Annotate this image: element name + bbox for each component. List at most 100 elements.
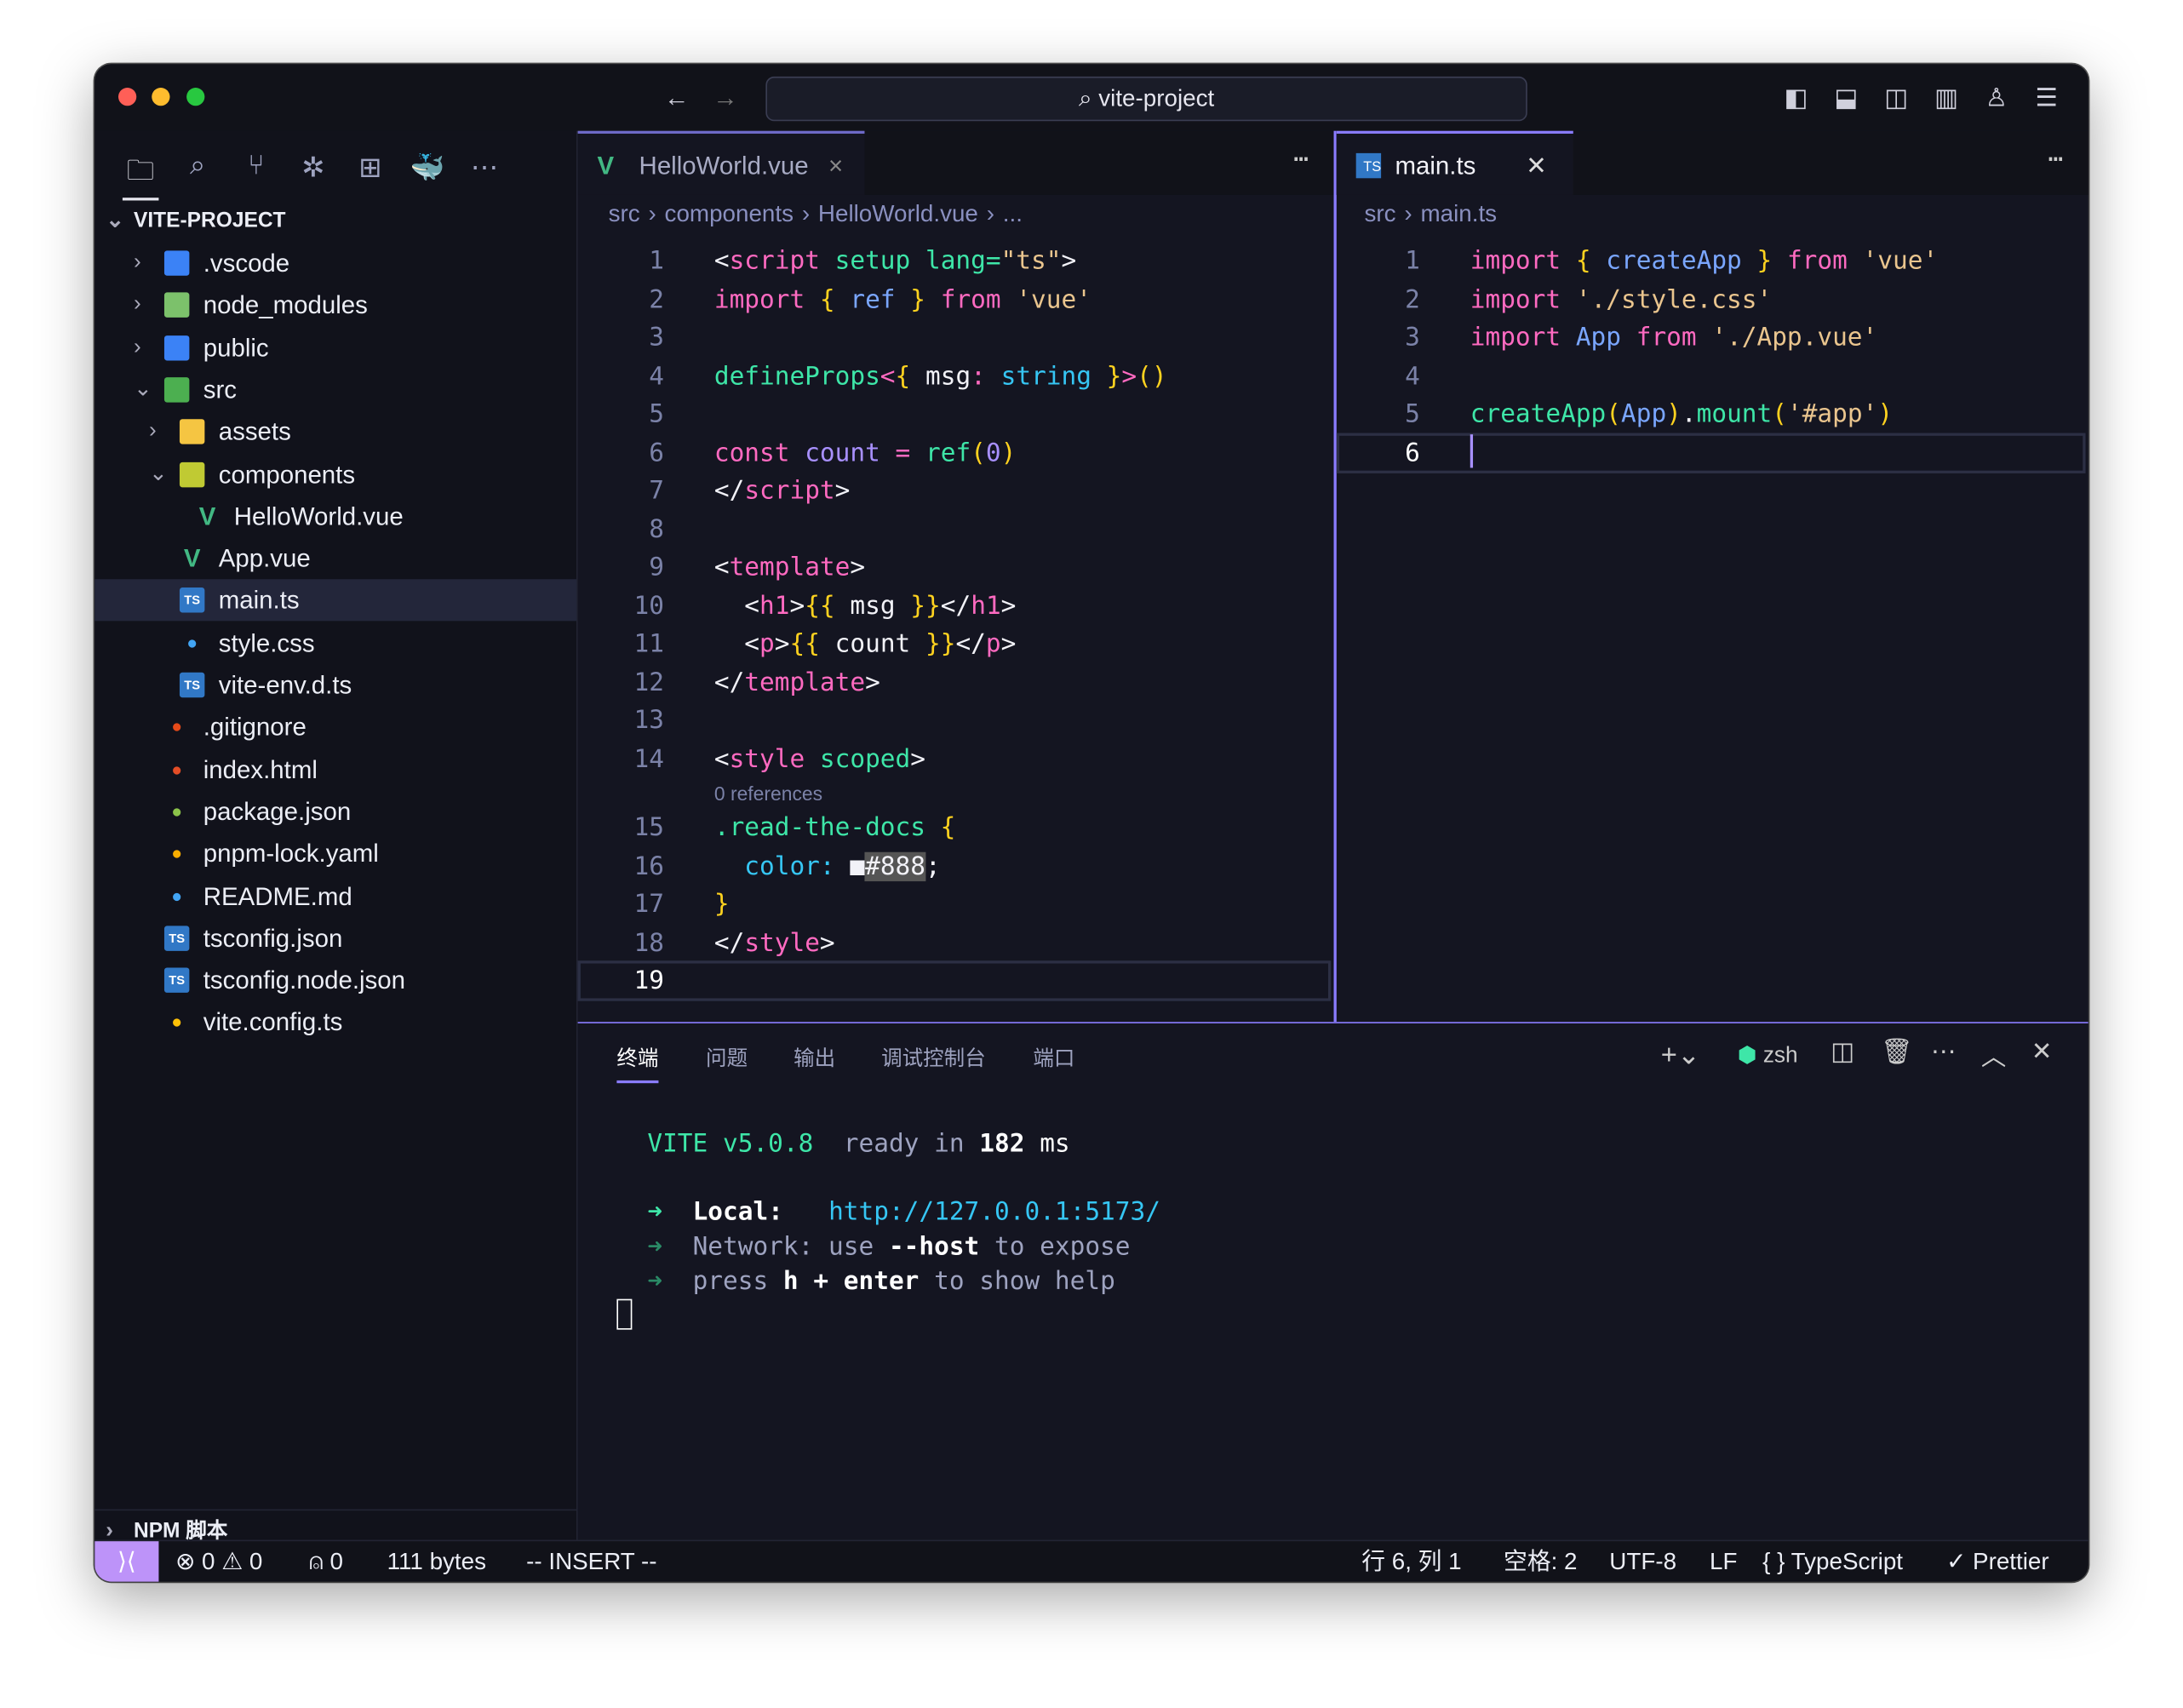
tree-item[interactable]: ›public [95, 327, 576, 369]
toggle-panel-icon[interactable]: ⬓ [1832, 83, 1860, 112]
chevron-right-icon: › [987, 200, 994, 226]
tree-item[interactable]: TStsconfig.node.json [95, 960, 576, 1001]
tree-item[interactable]: VHelloWorld.vue [95, 496, 576, 537]
code-token: } [1107, 361, 1122, 390]
tree-item-label: components [219, 453, 355, 495]
tree-item[interactable]: ●index.html [95, 748, 576, 790]
terminal-shell[interactable]: ⬢ zsh [1738, 1041, 1798, 1069]
line-number: 11 [609, 625, 664, 662]
cursor-position[interactable]: 行 6, 列 1 [1361, 1541, 1461, 1581]
folder-components-icon [180, 461, 204, 486]
new-terminal-icon[interactable]: +⌄ [1661, 1037, 1701, 1072]
line-number: 3 [609, 318, 664, 356]
debug-icon[interactable]: ✲ [295, 151, 332, 186]
kill-terminal-icon[interactable]: 🗑 [1881, 1037, 1912, 1066]
code-token: > [850, 553, 865, 582]
code-token: > [910, 744, 925, 773]
explorer-root[interactable]: ⌄VITE-PROJECT [95, 200, 576, 242]
tree-item[interactable]: ●package.json [95, 791, 576, 833]
indentation[interactable]: 空格: 2 [1504, 1541, 1578, 1581]
tab-helloworld-vue[interactable]: VHelloWorld.vue× [578, 131, 865, 195]
ports-status[interactable]: ⍝ 0 [309, 1541, 343, 1581]
breadcrumb-item[interactable]: main.ts [1420, 200, 1497, 226]
line-number: 10 [609, 587, 664, 624]
tree-item[interactable]: ›assets [95, 411, 576, 453]
close-tab-icon[interactable]: × [828, 134, 843, 198]
tree-item[interactable]: ⌄src [95, 369, 576, 410]
breadcrumb-item[interactable]: src [609, 200, 640, 226]
panel-tab[interactable]: 输出 [794, 1043, 835, 1072]
command-center-search[interactable]: ⌕ vite-project [765, 77, 1527, 121]
maximize-window-button[interactable] [186, 88, 204, 106]
breadcrumb-item[interactable]: components [665, 200, 794, 226]
tree-item[interactable]: ●.gitignore [95, 707, 576, 748]
language-mode[interactable]: { } TypeScript [1762, 1541, 1903, 1581]
chevron-down-icon: ⌄ [134, 369, 152, 410]
code-token: </ [714, 668, 744, 696]
maximize-panel-icon[interactable]: ︿ [1981, 1037, 2006, 1074]
tree-item[interactable]: TSmain.ts [95, 580, 576, 622]
tsconfig-icon: TS [164, 926, 189, 950]
breadcrumb-item[interactable]: src [1364, 200, 1395, 226]
close-panel-icon[interactable]: ✕ [2031, 1037, 2053, 1066]
back-arrow-icon[interactable]: ← [662, 83, 690, 112]
toggle-sidebar-icon[interactable]: ◧ [1782, 83, 1810, 112]
code-token: import [1470, 323, 1576, 352]
tree-item[interactable]: ●README.md [95, 875, 576, 917]
docker-icon[interactable]: 🐳 [410, 151, 446, 186]
code-token: { [1576, 246, 1606, 275]
problems-status[interactable]: ⊗ 0 ⚠ 0 [175, 1541, 262, 1581]
tree-item[interactable]: ●pnpm-lock.yaml [95, 833, 576, 874]
tree-item[interactable]: ›.vscode [95, 243, 576, 284]
end-of-line[interactable]: LF [1710, 1541, 1737, 1581]
close-tab-icon[interactable]: ✕ [1526, 134, 1547, 198]
code-token: template [744, 668, 865, 696]
tree-item[interactable]: ●vite.config.ts [95, 1001, 576, 1043]
panel-tab[interactable]: 调试控制台 [881, 1043, 986, 1072]
breadcrumb-item[interactable]: ... [1003, 200, 1023, 226]
forward-arrow-icon[interactable]: → [712, 83, 740, 112]
code-line: <style scoped> [714, 740, 925, 777]
chevron-right-icon: › [134, 284, 141, 326]
more-icon[interactable]: ⋯ [467, 151, 503, 186]
code-token: > [775, 629, 790, 658]
panel-tab[interactable]: 端口 [1033, 1043, 1074, 1072]
tree-item[interactable]: VApp.vue [95, 537, 576, 579]
tree-item-label: node_modules [203, 284, 368, 326]
toggle-secondary-sidebar-icon[interactable]: ◫ [1882, 83, 1911, 112]
close-window-button[interactable] [118, 88, 136, 106]
prettier-status[interactable]: ✓ Prettier [1946, 1541, 2049, 1581]
tab-main-ts[interactable]: TSmain.ts✕ [1337, 131, 1573, 195]
explorer-files-icon[interactable]: 🗀 [123, 151, 159, 201]
local-url-link[interactable]: http://127.0.0.1:5173/ [828, 1197, 1160, 1226]
minimize-window-button[interactable] [152, 88, 169, 106]
settings-sliders-icon[interactable]: ☰ [2032, 83, 2060, 112]
tree-item[interactable]: ⌄components [95, 453, 576, 495]
more-icon[interactable]: ⋯ [1931, 1037, 1956, 1066]
code-token: msg [850, 591, 910, 620]
code-token: import [1470, 284, 1576, 313]
more-actions-icon[interactable]: ⋯ [1293, 145, 1309, 174]
remote-icon[interactable]: ⟩⟨ [95, 1541, 158, 1581]
tree-item[interactable]: TStsconfig.json [95, 917, 576, 959]
more-actions-icon[interactable]: ⋯ [2048, 145, 2064, 174]
customize-layout-icon[interactable]: ▥ [1933, 83, 1961, 112]
code-token: > [835, 476, 851, 505]
vue-icon: V [195, 504, 220, 529]
account-icon[interactable]: ♙ [1983, 83, 2011, 112]
breadcrumb-item[interactable]: HelloWorld.vue [818, 200, 978, 226]
tree-item[interactable]: ●style.css [95, 622, 576, 663]
code-token: } [1756, 246, 1786, 275]
source-control-icon[interactable]: ⑂ [238, 151, 275, 183]
panel-tab[interactable]: 终端 [616, 1043, 658, 1083]
codelens-references[interactable]: 0 references [714, 778, 822, 809]
code-line: } [714, 886, 730, 923]
encoding[interactable]: UTF-8 [1609, 1541, 1676, 1581]
split-terminal-icon[interactable]: ◫ [1831, 1037, 1854, 1066]
panel-tab[interactable]: 问题 [706, 1043, 748, 1072]
tree-item[interactable]: TSvite-env.d.ts [95, 664, 576, 706]
tree-item[interactable]: › node_modules [95, 284, 576, 326]
code-token: {{ [805, 591, 850, 620]
search-icon[interactable]: ⌕ [180, 151, 216, 183]
extensions-icon[interactable]: ⊞ [352, 151, 389, 186]
